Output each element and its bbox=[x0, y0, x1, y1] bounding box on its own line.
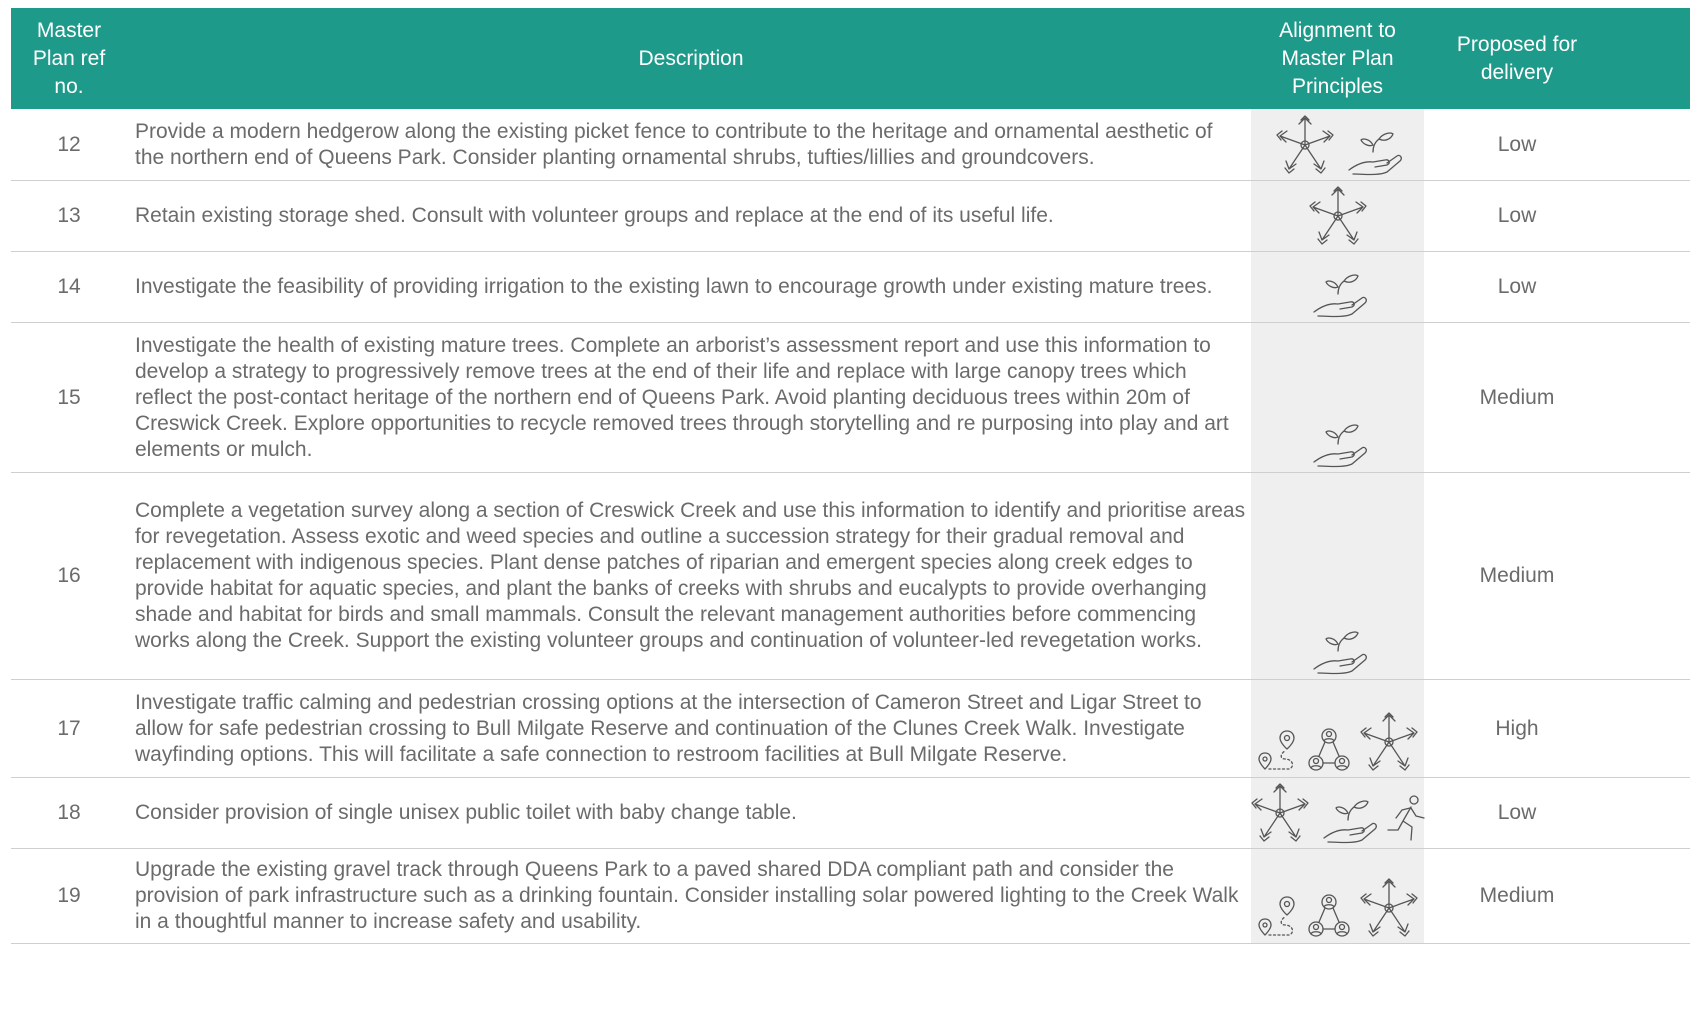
header-ref: Master Plan ref no. bbox=[32, 18, 106, 98]
row-description: Upgrade the existing gravel track throug… bbox=[135, 858, 1239, 933]
row-delivery: Medium bbox=[1479, 564, 1555, 587]
row-ref: 15 bbox=[57, 385, 81, 409]
row-description: Complete a vegetation survey along a sec… bbox=[135, 499, 1246, 652]
plant-hand-icon bbox=[1308, 422, 1368, 468]
table-row: 16 Complete a vegetation survey along a s… bbox=[11, 473, 1690, 680]
location-path-icon bbox=[1255, 727, 1301, 773]
row-ref: 12 bbox=[57, 132, 81, 156]
table-row: 19 Upgrade the existing gravel track thro… bbox=[11, 849, 1690, 944]
plant-hand-icon bbox=[1343, 130, 1403, 176]
row-ref: 18 bbox=[57, 801, 81, 824]
community-hands-icon bbox=[1357, 711, 1421, 773]
row-description: Investigate the health of existing matur… bbox=[135, 333, 1229, 461]
row-alignment-icons bbox=[1251, 181, 1424, 251]
row-delivery: Low bbox=[1497, 275, 1537, 298]
row-delivery: Medium bbox=[1479, 884, 1555, 907]
table-header: Master Plan ref no. Description Alignmen… bbox=[11, 8, 1690, 109]
row-alignment-icons bbox=[1251, 323, 1424, 472]
principles-table: Master Plan ref no. Description Alignmen… bbox=[11, 8, 1690, 944]
row-description: Investigate traffic calming and pedestri… bbox=[135, 690, 1202, 766]
table-row: 14 Investigate the feasibility of providi… bbox=[11, 252, 1690, 323]
row-description: Provide a modern hedgerow along the exis… bbox=[135, 119, 1213, 169]
row-alignment-icons bbox=[1251, 680, 1424, 777]
plant-hand-icon bbox=[1308, 272, 1368, 318]
row-delivery: Low bbox=[1497, 132, 1537, 156]
row-delivery: Low bbox=[1497, 801, 1537, 824]
row-ref: 14 bbox=[57, 275, 81, 298]
row-ref: 17 bbox=[57, 716, 81, 740]
row-delivery: High bbox=[1495, 716, 1539, 740]
row-alignment-icons bbox=[1251, 473, 1424, 679]
location-path-icon bbox=[1255, 893, 1301, 939]
header-delivery: Proposed for delivery bbox=[1456, 32, 1578, 84]
table-row: 12 Provide a modern hedgerow along the ex… bbox=[11, 109, 1690, 181]
row-description: Investigate the feasibility of providing… bbox=[135, 275, 1213, 298]
table-row: 15 Investigate the health of existing mat… bbox=[11, 323, 1690, 473]
table-row: 13 Retain existing storage shed. Consult … bbox=[11, 181, 1690, 252]
community-hands-icon bbox=[1306, 185, 1370, 247]
people-network-icon bbox=[1307, 727, 1351, 773]
row-alignment-icons bbox=[1248, 778, 1425, 848]
row-alignment-icons bbox=[1251, 252, 1424, 322]
community-hands-icon bbox=[1248, 782, 1312, 844]
community-hands-icon bbox=[1273, 114, 1337, 176]
table-row: 18 Consider provision of single unisex pu… bbox=[11, 778, 1690, 849]
plant-hand-icon bbox=[1318, 798, 1378, 844]
row-alignment-icons bbox=[1251, 109, 1424, 180]
header-description: Description bbox=[638, 46, 744, 70]
table-row: 17 Investigate traffic calming and pedest… bbox=[11, 680, 1690, 778]
runner-icon bbox=[1384, 794, 1428, 844]
community-hands-icon bbox=[1357, 877, 1421, 939]
row-ref: 19 bbox=[57, 884, 81, 907]
row-delivery: Low bbox=[1497, 204, 1537, 227]
header-alignment: Alignment to Master Plan Principles bbox=[1279, 18, 1396, 98]
row-ref: 13 bbox=[57, 204, 81, 227]
row-description: Retain existing storage shed. Consult wi… bbox=[135, 204, 1054, 227]
row-ref: 16 bbox=[57, 564, 81, 587]
row-alignment-icons bbox=[1251, 849, 1424, 943]
plant-hand-icon bbox=[1308, 629, 1368, 675]
row-description: Consider provision of single unisex publ… bbox=[135, 801, 797, 824]
people-network-icon bbox=[1307, 893, 1351, 939]
row-delivery: Medium bbox=[1479, 385, 1555, 409]
